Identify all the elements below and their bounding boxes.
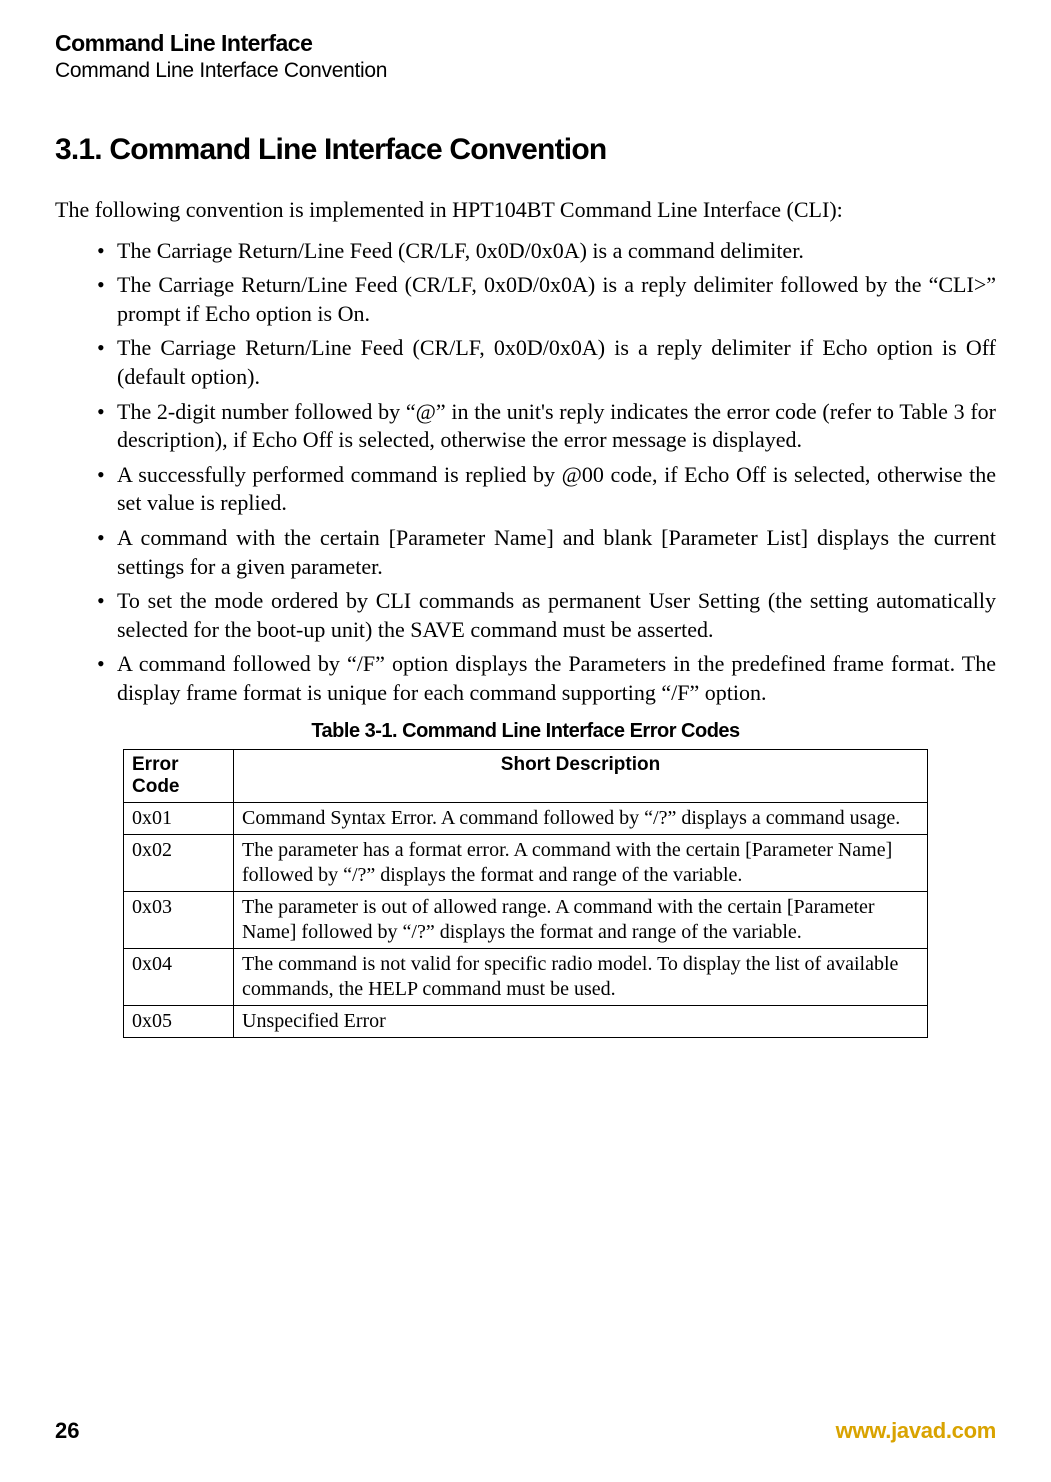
error-desc: Command Syntax Error. A command followed… <box>234 802 928 834</box>
list-item: The Carriage Return/Line Feed (CR/LF, 0x… <box>117 237 996 266</box>
error-code: 0x02 <box>124 834 234 891</box>
footer-url: www.javad.com <box>836 1418 996 1444</box>
list-item: A command with the certain [Parameter Na… <box>117 524 996 581</box>
list-item: To set the mode ordered by CLI commands … <box>117 587 996 644</box>
table-row: 0x02 The parameter has a format error. A… <box>124 834 928 891</box>
table-row: 0x05 Unspecified Error <box>124 1005 928 1037</box>
error-codes-table: Error Code Short Description 0x01 Comman… <box>123 749 928 1038</box>
error-code: 0x03 <box>124 891 234 948</box>
table-header-row: Error Code Short Description <box>124 749 928 802</box>
table-header-desc: Short Description <box>234 749 928 802</box>
section-heading: 3.1. Command Line Interface Convention <box>55 133 996 167</box>
page-number: 26 <box>55 1418 79 1444</box>
page-footer: 26 www.javad.com <box>55 1418 996 1444</box>
header-title: Command Line Interface <box>55 30 996 57</box>
list-item: A successfully performed command is repl… <box>117 461 996 518</box>
list-item: The Carriage Return/Line Feed (CR/LF, 0x… <box>117 271 996 328</box>
list-item: The Carriage Return/Line Feed (CR/LF, 0x… <box>117 334 996 391</box>
table-header-code: Error Code <box>124 749 234 802</box>
table-row: 0x04 The command is not valid for specif… <box>124 948 928 1005</box>
error-desc: The parameter has a format error. A comm… <box>234 834 928 891</box>
list-item: The 2-digit number followed by “@” in th… <box>117 398 996 455</box>
error-desc: The command is not valid for specific ra… <box>234 948 928 1005</box>
header-subtitle: Command Line Interface Convention <box>55 59 996 83</box>
table-row: 0x01 Command Syntax Error. A command fol… <box>124 802 928 834</box>
table-caption: Table 3-1. Command Line Interface Error … <box>55 720 996 743</box>
error-desc: The parameter is out of allowed range. A… <box>234 891 928 948</box>
error-desc: Unspecified Error <box>234 1005 928 1037</box>
error-code: 0x05 <box>124 1005 234 1037</box>
list-item: A command followed by “/F” option displa… <box>117 650 996 707</box>
table-row: 0x03 The parameter is out of allowed ran… <box>124 891 928 948</box>
page-header: Command Line Interface Command Line Inte… <box>55 30 996 83</box>
intro-text: The following convention is implemented … <box>55 195 996 225</box>
bullet-list: The Carriage Return/Line Feed (CR/LF, 0x… <box>55 237 996 708</box>
error-code: 0x01 <box>124 802 234 834</box>
error-code: 0x04 <box>124 948 234 1005</box>
